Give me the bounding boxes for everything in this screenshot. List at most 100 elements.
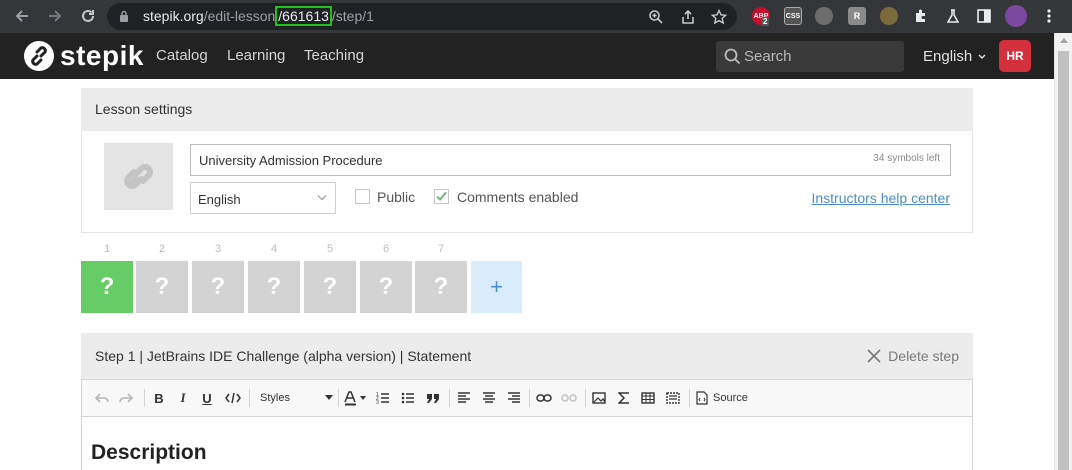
page-scrollbar[interactable] [1054, 33, 1072, 470]
step-tile-5[interactable]: ? [304, 261, 356, 313]
unlink-icon[interactable] [560, 389, 578, 407]
language-menu[interactable]: English [923, 48, 986, 65]
scroll-thumb[interactable] [1058, 51, 1069, 470]
italic-button[interactable]: I [175, 389, 191, 407]
nav-learning[interactable]: Learning [227, 47, 285, 64]
lesson-title-input[interactable]: University Admission Procedure 34 symbol… [190, 144, 951, 176]
address-bar[interactable]: stepik.org/edit-lesson/661613/step/1 [107, 3, 737, 30]
bold-button[interactable]: B [151, 389, 167, 407]
styles-dropdown-label: Styles [260, 392, 290, 404]
svg-text:3: 3 [376, 400, 379, 405]
caret-down-icon [325, 395, 333, 400]
comments-enabled-label: Comments enabled [457, 189, 579, 205]
public-checkbox[interactable] [355, 189, 370, 204]
numbered-list-icon[interactable]: 123 [375, 389, 391, 407]
table-icon[interactable] [640, 389, 656, 407]
toolbar-separator [529, 389, 530, 407]
source-icon [696, 391, 708, 405]
step-title: Step 1 | JetBrains IDE Challenge (alpha … [95, 348, 472, 364]
align-center-icon[interactable] [481, 389, 497, 407]
user-avatar[interactable]: HR [999, 40, 1031, 72]
step-tile-7[interactable]: ? [415, 261, 467, 313]
extensions-puzzle-icon[interactable] [912, 7, 930, 25]
language-menu-label: English [923, 48, 973, 65]
step-number-7: 7 [437, 243, 445, 255]
nav-teaching[interactable]: Teaching [304, 47, 364, 64]
css-viewer-icon[interactable]: CSS [784, 7, 802, 25]
url-text: stepik.org/edit-lesson/661613/step/1 [143, 6, 374, 26]
step-number-1: 1 [103, 243, 111, 255]
avatar-initials: HR [1006, 49, 1024, 63]
add-step-button[interactable]: + [471, 261, 522, 313]
extension-icon-3[interactable] [815, 7, 833, 25]
step-tile-2[interactable]: ? [136, 261, 188, 313]
delete-step-label: Delete step [888, 348, 959, 364]
forward-arrow-icon[interactable] [44, 5, 66, 27]
back-arrow-icon[interactable] [11, 5, 33, 27]
search-input[interactable]: Search [716, 41, 904, 72]
text-color-icon[interactable] [344, 389, 368, 407]
bookmark-star-icon[interactable] [710, 8, 728, 26]
comments-enabled-checkbox[interactable] [434, 189, 449, 204]
delete-step-button[interactable]: Delete step [867, 348, 959, 364]
step-tile-1[interactable]: ? [81, 261, 133, 313]
adblock-icon[interactable]: ABP 2 [752, 7, 770, 26]
undo-icon[interactable] [94, 389, 110, 407]
instructors-help-link[interactable]: Instructors help center [811, 190, 950, 206]
url-host: stepik.org [143, 8, 204, 24]
blockquote-icon[interactable] [425, 389, 441, 407]
step-tile-3[interactable]: ? [192, 261, 244, 313]
labs-flask-icon[interactable] [944, 7, 962, 25]
content-heading: Description [91, 441, 207, 464]
step-tile-4[interactable]: ? [248, 261, 300, 313]
code-block-icon[interactable] [665, 389, 681, 407]
reload-icon[interactable] [77, 5, 99, 27]
step-number-2: 2 [158, 243, 166, 255]
browser-menu-icon[interactable] [1040, 7, 1058, 25]
sidebar-icon[interactable] [975, 7, 993, 25]
lesson-title-value: University Admission Procedure [199, 153, 383, 168]
url-lesson-id-highlight: /661613 [275, 6, 332, 26]
align-right-icon[interactable] [506, 389, 522, 407]
link-icon[interactable] [535, 389, 553, 407]
extension-icon-5[interactable] [880, 7, 898, 25]
browser-toolbar: stepik.org/edit-lesson/661613/step/1 ABP… [0, 0, 1072, 33]
checkmark-icon [436, 191, 447, 201]
lesson-settings-header: Lesson settings [81, 88, 973, 131]
extension-icon-4[interactable]: R [848, 7, 866, 25]
step-content-editor[interactable]: Description [81, 417, 973, 470]
lesson-language-value: English [198, 192, 241, 207]
toolbar-separator [585, 389, 586, 407]
stepik-logo[interactable]: stepik [24, 41, 144, 71]
share-icon[interactable] [679, 8, 697, 26]
zoom-icon[interactable] [647, 8, 665, 26]
step-number-4: 4 [270, 243, 278, 255]
extension-4-label: R [853, 11, 861, 21]
image-icon[interactable] [591, 389, 607, 407]
close-icon [867, 349, 881, 363]
stepik-logo-icon [24, 41, 54, 71]
chevron-down-icon [317, 194, 327, 201]
search-placeholder: Search [744, 48, 792, 65]
underline-button[interactable]: U [199, 389, 215, 407]
step-number-3: 3 [214, 243, 222, 255]
styles-dropdown[interactable]: Styles [257, 389, 333, 407]
chevron-down-icon [978, 54, 986, 60]
toolbar-separator [689, 389, 690, 407]
profile-avatar-icon[interactable] [1005, 5, 1027, 27]
scroll-up-arrow-icon[interactable] [1060, 38, 1068, 43]
lesson-cover-image[interactable] [104, 143, 173, 210]
lesson-settings-panel: University Admission Procedure 34 symbol… [81, 131, 973, 233]
code-icon[interactable] [224, 389, 242, 407]
lesson-language-select[interactable]: English [190, 182, 336, 214]
lock-icon [120, 10, 128, 22]
align-left-icon[interactable] [456, 389, 472, 407]
bulleted-list-icon[interactable] [400, 389, 416, 407]
stepik-placeholder-icon [124, 164, 153, 189]
source-button[interactable]: Source [696, 389, 754, 407]
step-tile-6[interactable]: ? [360, 261, 412, 313]
math-sigma-icon[interactable] [616, 389, 632, 407]
redo-icon[interactable] [118, 389, 134, 407]
nav-catalog[interactable]: Catalog [156, 47, 208, 64]
step-header: Step 1 | JetBrains IDE Challenge (alpha … [81, 333, 973, 379]
